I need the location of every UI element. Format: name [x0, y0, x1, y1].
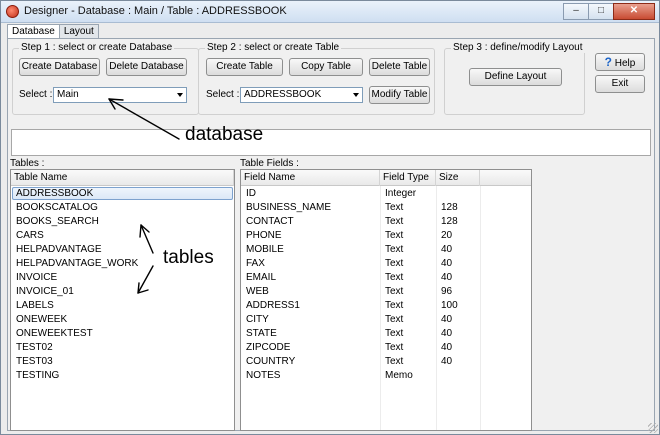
- database-arrow-icon: [108, 98, 180, 140]
- annotation-tables: tables: [163, 247, 214, 268]
- tables-arrow-down-icon: [137, 265, 154, 294]
- arrowhead-icon: [139, 224, 150, 238]
- annotation-database: database: [185, 124, 264, 145]
- designer-window: Designer - Database : Main / Table : ADD…: [0, 0, 660, 435]
- annotation-arrows: [108, 98, 180, 294]
- tables-arrow-up-icon: [140, 224, 154, 254]
